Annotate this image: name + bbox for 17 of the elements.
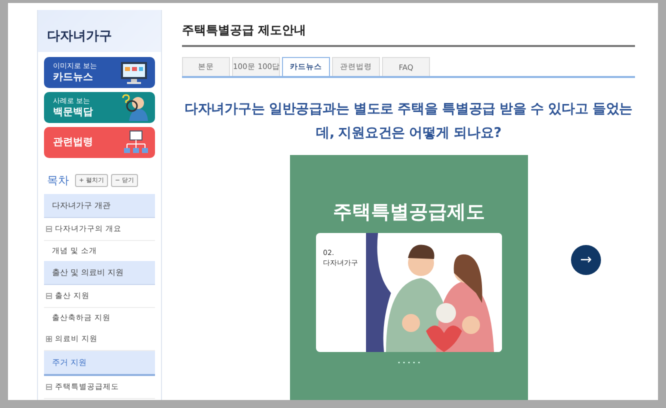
sitemap-icon: [123, 130, 149, 156]
collapse-icon[interactable]: [46, 226, 52, 232]
magnifier-person-icon: [121, 94, 149, 121]
toc-label: 목차: [47, 173, 69, 188]
collapse-icon[interactable]: [46, 384, 52, 390]
monitor-icon: [119, 60, 149, 84]
menu-section[interactable]: 출산 및 의료비 지원: [44, 261, 155, 285]
question-heading: 다자녀가구는 일반공급과는 별도로 주택을 특별공급 받을 수 있다고 들었는데, 지원요건은 어떻게 되나요?: [183, 100, 634, 143]
menu-section[interactable]: 다자녀가구 개관: [44, 194, 155, 218]
slide-dots: [397, 361, 421, 364]
collapse-icon[interactable]: [46, 293, 52, 299]
menu-section[interactable]: 주거 지원: [44, 351, 155, 376]
card-title: 주택특별공급제도: [333, 200, 485, 225]
page-title: 주택특별공급 제도안내: [182, 22, 635, 47]
expand-icon[interactable]: [46, 336, 52, 342]
next-button[interactable]: →: [571, 245, 601, 275]
sidebar-title: 다자녀가구: [38, 10, 161, 52]
